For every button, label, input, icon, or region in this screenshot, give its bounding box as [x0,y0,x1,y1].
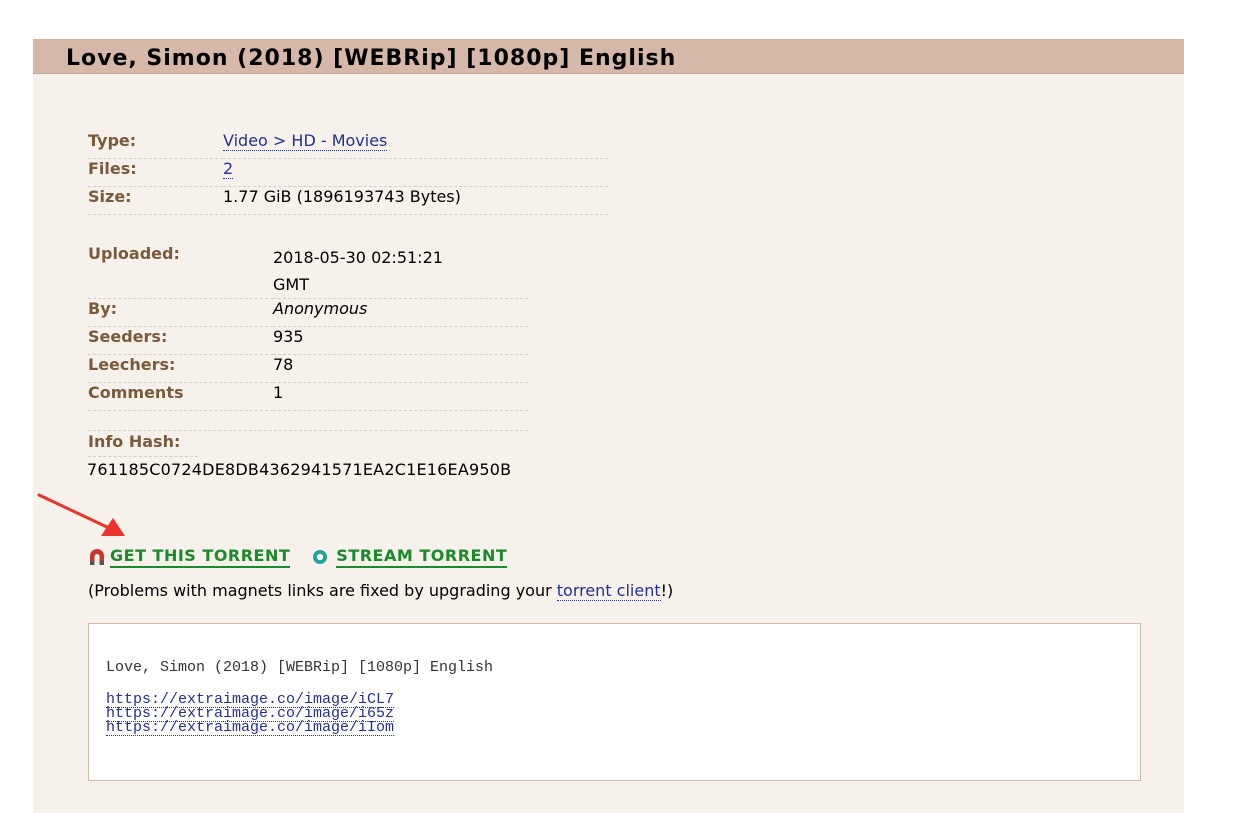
help-prefix: (Problems with magnets links are fixed b… [88,581,557,600]
size-label: Size: [88,187,132,206]
leechers-label: Leechers: [88,355,176,374]
detail-row-type: Type: Video > HD - Movies [88,131,608,159]
torrent-title: Love, Simon (2018) [WEBRip] [1080p] Engl… [66,46,677,71]
stream-icon [313,550,328,564]
leechers-value: 78 [273,355,294,374]
files-label: Files: [88,159,137,178]
title-bar: Love, Simon (2018) [WEBRip] [1080p] Engl… [33,39,1184,74]
detail-row-uploaded: Uploaded: 2018-05-30 02:51:21 GMT [88,244,528,299]
size-value: 1.77 GiB (1896193743 Bytes) [223,187,461,206]
uploaded-date: 2018-05-30 02:51:21 [273,248,443,267]
by-label: By: [88,299,118,318]
red-arrow-annotation [37,493,125,536]
magnet-help-text: (Problems with magnets links are fixed b… [88,581,674,601]
seeders-label: Seeders: [88,327,168,346]
image-link[interactable]: https://extraimage.co/image/iIom [106,720,395,736]
help-suffix: !) [660,581,674,600]
info-hash-value: 761185C0724DE8DB4362941571EA2C1E16EA950B [87,460,512,479]
details-table-left: Type: Video > HD - Movies Files: 2 Size:… [88,131,608,215]
detail-row-seeders: Seeders: 935 [88,326,528,355]
uploaded-timezone: GMT [273,275,309,294]
uploaded-label: Uploaded: [88,244,180,263]
stream-torrent-link[interactable]: STREAM TORRENT [336,546,508,568]
torrent-client-link[interactable]: torrent client [556,581,661,601]
detail-row-size: Size: 1.77 GiB (1896193743 Bytes) [88,186,608,215]
type-link[interactable]: Video > HD - Movies [223,131,388,151]
magnet-icon [90,549,104,565]
description-links: https://extraimage.co/image/iCL7 https:/… [106,692,395,736]
comments-label: Comments [88,383,184,402]
divider [88,456,198,457]
divider [88,430,528,431]
details-table-stats: Uploaded: 2018-05-30 02:51:21 GMT By: An… [88,244,528,411]
files-link[interactable]: 2 [223,159,234,179]
description-title: Love, Simon (2018) [WEBRip] [1080p] Engl… [106,659,494,676]
uploader-name: Anonymous [273,299,368,318]
torrent-detail-panel: Love, Simon (2018) [WEBRip] [1080p] Engl… [33,39,1184,813]
description-box: Love, Simon (2018) [WEBRip] [1080p] Engl… [88,623,1141,781]
detail-row-files: Files: 2 [88,158,608,187]
detail-row-leechers: Leechers: 78 [88,354,528,383]
get-torrent-link[interactable]: GET THIS TORRENT [110,546,291,568]
info-hash-label: Info Hash: [88,432,181,451]
type-label: Type: [88,131,137,150]
download-links: GET THIS TORRENT STREAM TORRENT [88,544,508,570]
comments-value: 1 [273,383,284,402]
detail-row-by: By: Anonymous [88,298,528,327]
seeders-value: 935 [273,327,304,346]
detail-row-comments: Comments 1 [88,382,528,411]
